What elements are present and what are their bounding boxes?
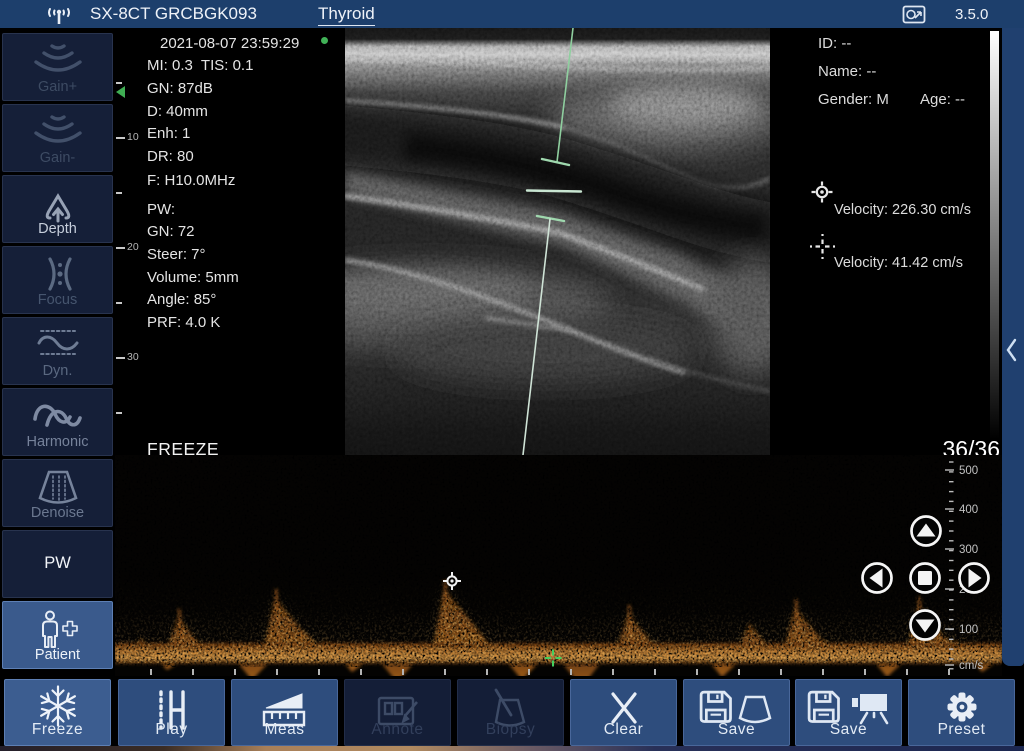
svg-text:400: 400 [959, 504, 978, 516]
svg-text:500: 500 [959, 465, 978, 477]
svg-text:cm/s: cm/s [959, 660, 984, 672]
svg-text:100: 100 [959, 624, 978, 636]
svg-text:300: 300 [959, 544, 978, 556]
